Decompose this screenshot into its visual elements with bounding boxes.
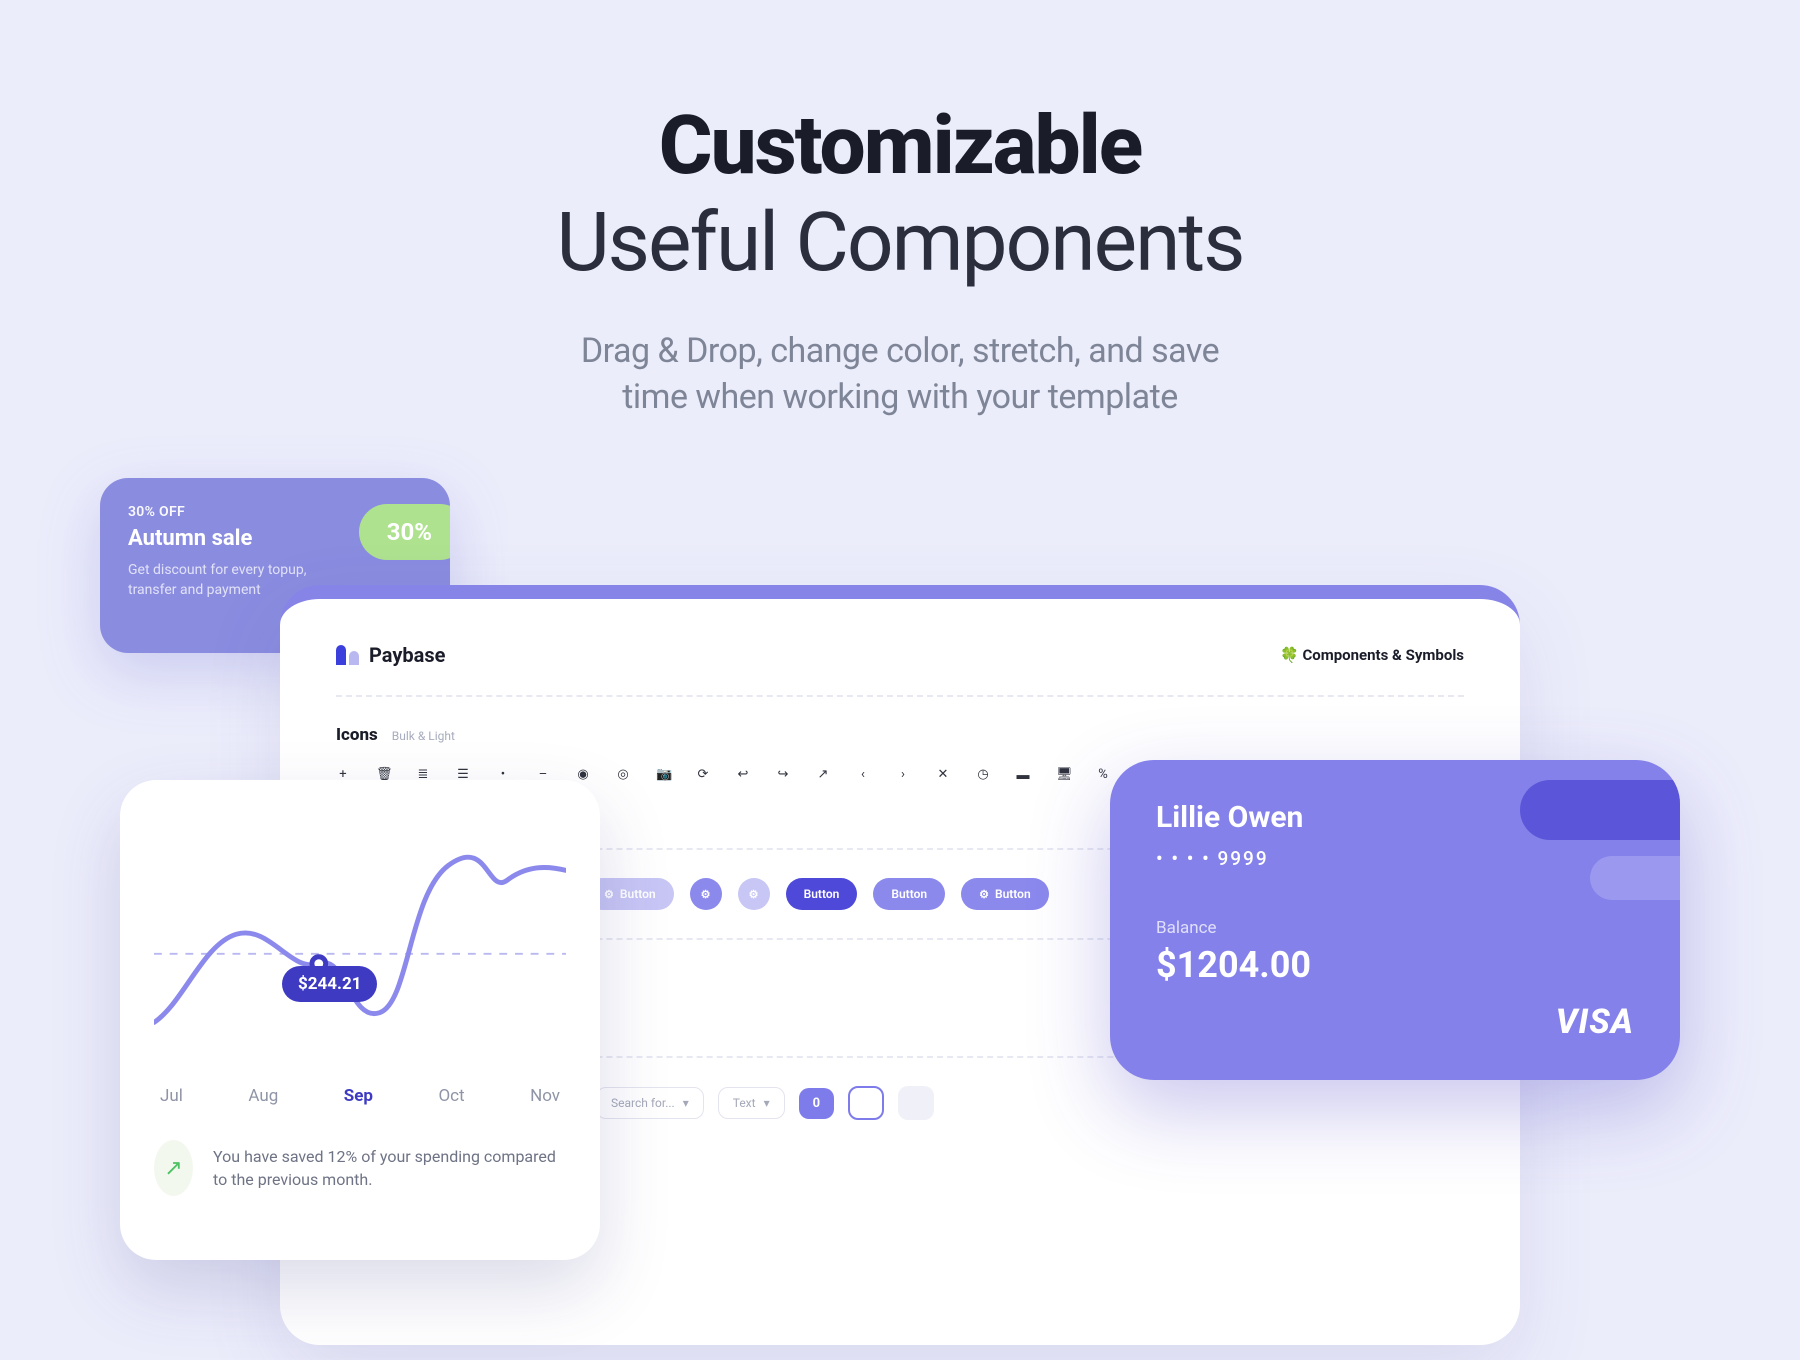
text-select[interactable]: Text▾ [718,1087,785,1119]
clock-icon[interactable]: ◷ [976,767,990,783]
button-sample[interactable]: Button [873,878,945,910]
card-number-masked: • • • • 9999 [1156,847,1634,870]
card-icon[interactable]: ▬ [1016,767,1030,783]
chart-insight: ↗ You have saved 12% of your spending co… [154,1140,566,1196]
chip-ghost[interactable] [898,1086,934,1120]
chevron-down-icon: ▾ [764,1096,770,1110]
gear-icon: ⚙ [979,888,989,901]
chevron-left-icon[interactable]: ‹ [856,767,870,783]
icon-button-circle-light[interactable]: ⚙ [738,878,770,910]
chip-filled[interactable]: 0 [799,1088,834,1119]
hero-title-bold: Customizable [0,105,1800,187]
chart-area: $244.21 [154,814,566,1074]
chip-outline[interactable] [848,1086,884,1120]
month-label[interactable]: Nov [530,1086,560,1106]
icons-title: Icons [336,725,378,745]
gear-icon: ⚙ [604,888,614,901]
percent-icon[interactable]: % [1096,767,1110,783]
inputs-row: Search for...▾ Text▾ 0 [596,1086,1464,1120]
icons-section-header: Icons Bulk & Light [336,725,1464,745]
hero: Customizable Useful Components Drag & Dr… [0,0,1800,421]
card-decor-stripe [1520,780,1680,840]
brand-name: Paybase [369,643,445,667]
brand-logo-icon [336,645,359,665]
insight-text: You have saved 12% of your spending comp… [213,1145,566,1191]
icons-subtitle: Bulk & Light [392,729,455,743]
chevron-down-icon: ▾ [683,1096,689,1110]
month-label[interactable]: Aug [248,1086,278,1106]
monitor-icon[interactable]: 🖥 [1056,767,1070,783]
chart-x-axis: Jul Aug Sep Oct Nov [154,1086,566,1106]
month-label[interactable]: Oct [438,1086,464,1106]
month-label-active[interactable]: Sep [344,1086,373,1106]
card-network-logo: VISA [1556,1002,1634,1042]
line-chart [154,814,566,1074]
trend-up-icon: ↗ [154,1140,193,1196]
gear-icon: ⚙ [701,888,711,901]
gear-icon: ⚙ [749,888,759,901]
redo-icon[interactable]: ↪ [776,767,790,783]
credit-card[interactable]: Lillie Owen • • • • 9999 Balance $1204.0… [1110,760,1680,1080]
brand: Paybase [336,643,445,667]
card-decor-stripe [1590,856,1680,900]
close-icon[interactable]: ✕ [936,767,950,783]
promo-pill: 30% [359,504,450,560]
balance-value: $1204.00 [1156,944,1634,986]
divider [336,695,1464,697]
hero-title-light: Useful Components [0,195,1800,291]
spending-chart-card: $244.21 Jul Aug Sep Oct Nov ↗ You have s… [120,780,600,1260]
month-label[interactable]: Jul [160,1086,183,1106]
balance-label: Balance [1156,918,1634,938]
target-icon[interactable]: ◎ [616,767,630,783]
undo-icon[interactable]: ↩ [736,767,750,783]
chevron-right-icon[interactable]: › [896,767,910,783]
icon-button-circle[interactable]: ⚙ [690,878,722,910]
refresh-icon[interactable]: ⟳ [696,767,710,783]
search-input[interactable]: Search for...▾ [596,1087,704,1119]
chart-tooltip: $244.21 [282,966,377,1002]
hero-subtitle: Drag & Drop, change color, stretch, and … [0,329,1800,421]
components-label: Components & Symbols [1280,646,1464,664]
camera-icon[interactable]: 📷 [656,767,670,783]
button-sample-dark[interactable]: Button [786,878,858,910]
button-sample-gear[interactable]: ⚙Button [961,878,1049,910]
circle-icon[interactable]: ◉ [576,767,590,783]
share-icon[interactable]: ↗ [816,767,830,783]
